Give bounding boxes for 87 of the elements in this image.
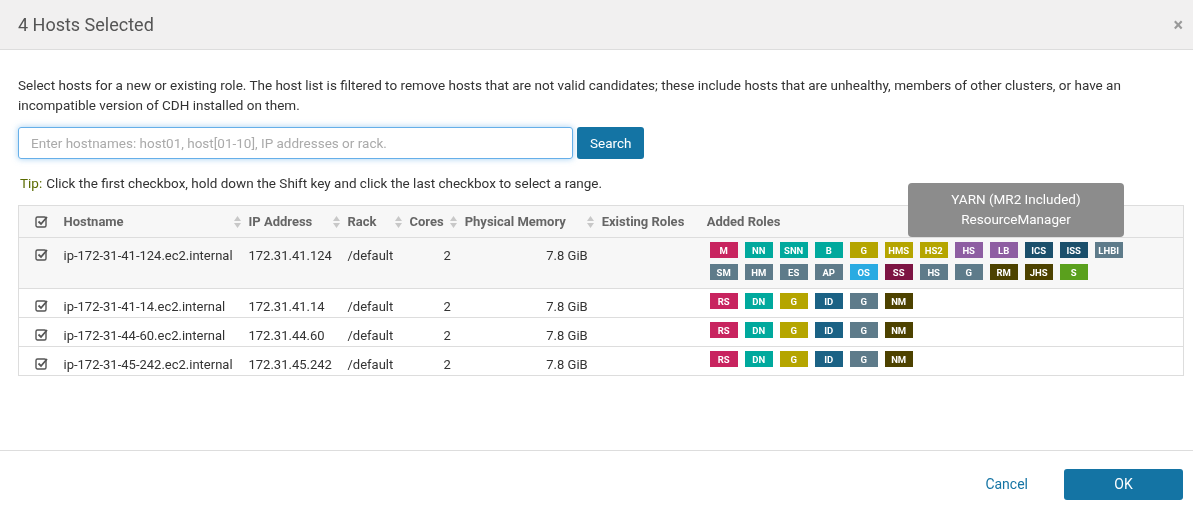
tip-label: Tip: — [20, 174, 43, 193]
role-badge: SS — [884, 264, 913, 281]
search-button[interactable]: Search — [577, 127, 645, 159]
ip-address-cell: 172.31.45.242 — [248, 357, 332, 373]
checked-checkbox[interactable] — [35, 357, 48, 371]
search-field[interactable]: Enter hostnames: host01, host[01-10], IP addresses or rack. — [18, 127, 573, 159]
column-header[interactable]: Physical Memory — [464, 212, 594, 232]
role-badge: NM — [884, 293, 913, 310]
host-row[interactable]: ip-172-31-44-60.ec2.internal 172.31.44.60 /default 2 7.8 GiB RS DN G ID G NM — [18, 317, 1184, 347]
ok-button[interactable]: OK — [1064, 469, 1183, 500]
cores-cell: 2 — [443, 328, 451, 344]
role-badge: G — [849, 322, 878, 339]
role-badge: S — [1059, 264, 1088, 281]
role-badge: G — [779, 293, 808, 310]
hostname-cell: ip-172-31-41-14.ec2.internal — [63, 299, 226, 315]
role-badge: AP — [814, 264, 843, 281]
hostname-cell: ip-172-31-41-124.ec2.internal — [63, 248, 233, 264]
column-header[interactable]: IP Address — [248, 212, 340, 232]
role-badge: HS — [954, 242, 983, 259]
role-badge: SM — [709, 264, 738, 281]
role-badge: G — [849, 351, 878, 368]
role-badge: JHS — [1024, 264, 1053, 281]
role-badge: RS — [709, 293, 738, 310]
role-badge: M — [709, 242, 738, 259]
cores-cell: 2 — [443, 248, 451, 264]
cores-cell: 2 — [443, 357, 451, 373]
role-badge: LHBI — [1094, 242, 1123, 259]
cores-cell: 2 — [443, 299, 451, 315]
memory-cell: 7.8 GiB — [546, 299, 588, 315]
role-badge: DN — [744, 351, 773, 368]
role-badge: ISS — [1059, 242, 1088, 259]
host-row[interactable]: ip-172-31-41-124.ec2.internal 172.31.41.124 /default 2 7.8 GiB M NN SNN B G HMS HS2 HS LB ICS ISS LHBI SM HM ES AP OS SS HS G RM JHS S — [18, 237, 1184, 289]
role-badge: NM — [884, 322, 913, 339]
role-badge: ID — [814, 351, 843, 368]
memory-cell: 7.8 GiB — [546, 357, 588, 373]
memory-cell: 7.8 GiB — [546, 248, 588, 264]
ip-address-cell: 172.31.41.124 — [248, 248, 332, 264]
checked-checkbox[interactable] — [35, 215, 48, 229]
description-text: Select hosts for a new or existing role. The host list is filtered to remove hosts that are not valid candidates; these include hosts that are unhealthy, members of other clusters, or have an incompatible version of CDH installed on them. — [18, 76, 1122, 115]
role-badge: HS — [919, 264, 948, 281]
hostname-cell: ip-172-31-45-242.ec2.internal — [63, 357, 233, 373]
role-badge: NM — [884, 351, 913, 368]
checked-checkbox[interactable] — [35, 248, 48, 262]
role-badge: ES — [779, 264, 808, 281]
memory-cell: 7.8 GiB — [546, 328, 588, 344]
tooltip-text: ResourceManager — [961, 210, 1071, 229]
role-badge: ICS — [1024, 242, 1053, 259]
column-header: Added Roles — [706, 213, 781, 231]
column-header[interactable]: Rack — [347, 212, 402, 232]
role-badge: OS — [849, 264, 878, 281]
host-row[interactable]: ip-172-31-41-14.ec2.internal 172.31.41.14 /default 2 7.8 GiB RS DN G ID G NM — [18, 288, 1184, 318]
hostname-cell: ip-172-31-44-60.ec2.internal — [63, 328, 226, 344]
column-header: Existing Roles — [601, 213, 685, 231]
tip-text: Click the first checkbox, hold down the Shift key and click the last checkbox to select a range. — [46, 174, 603, 193]
host-row[interactable]: ip-172-31-45-242.ec2.internal 172.31.45.242 /default 2 7.8 GiB RS DN G ID G NM — [18, 346, 1184, 376]
tooltip-title: YARN (MR2 Included) — [951, 190, 1081, 209]
rack-cell: /default — [347, 357, 394, 373]
rack-cell: /default — [347, 328, 394, 344]
dialog-title: 4 Hosts Selected — [18, 13, 154, 37]
role-badge: ID — [814, 293, 843, 310]
ip-address-cell: 172.31.44.60 — [248, 328, 325, 344]
role-badge: RS — [709, 322, 738, 339]
role-badge: DN — [744, 293, 773, 310]
checked-checkbox[interactable] — [35, 328, 48, 342]
rack-cell: /default — [347, 248, 394, 264]
role-badge: NN — [744, 242, 773, 259]
role-badge: G — [849, 293, 878, 310]
role-badge: G — [779, 351, 808, 368]
role-badge: ID — [814, 322, 843, 339]
role-badge: LB — [989, 242, 1018, 259]
role-badge: SNN — [779, 242, 808, 259]
column-header[interactable]: Hostname — [63, 212, 241, 232]
rack-cell: /default — [347, 299, 394, 315]
role-badge: G — [849, 242, 878, 259]
column-header[interactable]: Cores — [409, 212, 457, 232]
role-badge: HMS — [884, 242, 913, 259]
role-badge: HS2 — [919, 242, 948, 259]
role-badge: HM — [744, 264, 773, 281]
cancel-button[interactable]: Cancel — [985, 474, 1028, 495]
role-badge: DN — [744, 322, 773, 339]
role-badge: G — [954, 264, 983, 281]
checked-checkbox[interactable] — [35, 299, 48, 313]
ip-address-cell: 172.31.41.14 — [248, 299, 325, 315]
role-badge: B — [814, 242, 843, 259]
role-badge: G — [779, 322, 808, 339]
role-badge: RS — [709, 351, 738, 368]
role-badge: RM — [989, 264, 1018, 281]
